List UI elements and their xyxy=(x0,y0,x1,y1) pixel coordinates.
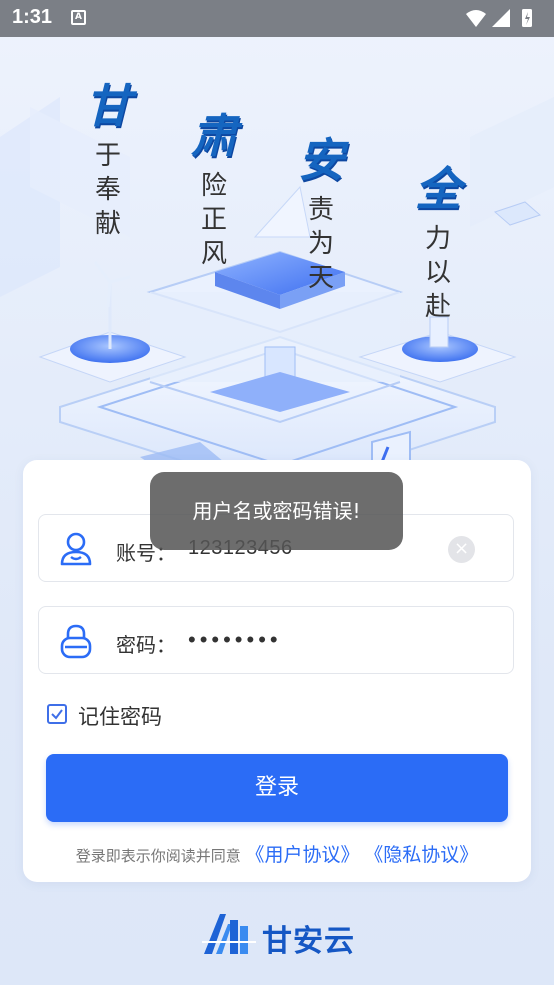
clear-account-button[interactable]: × xyxy=(448,536,475,563)
notification-icon: A xyxy=(71,10,86,25)
brand-logo xyxy=(202,914,256,954)
slogan-2-big: 肃 xyxy=(191,109,237,163)
privacy-agreement-link[interactable]: 《隐私协议》 xyxy=(364,844,478,866)
password-label: 密码： xyxy=(116,633,176,657)
slogan-2: 肃 险正风 xyxy=(186,111,242,271)
slogan-3: 安 责为天 xyxy=(293,135,349,295)
brand-name: 甘安云 xyxy=(262,924,355,959)
wifi-icon xyxy=(466,10,486,27)
signal-icon xyxy=(492,9,510,27)
check-icon xyxy=(51,709,63,720)
login-screen: 1:31 A 甘 于奉献 肃 险正风 安 责为天 全 力以赴 账号： × 密码：… xyxy=(0,0,554,985)
status-icons xyxy=(466,9,532,27)
slogan-2-small: 险正风 xyxy=(200,171,227,269)
slogan-1: 甘 于奉献 xyxy=(80,81,136,241)
remember-checkbox[interactable] xyxy=(47,704,67,724)
remember-label: 记住密码 xyxy=(78,705,162,729)
user-icon xyxy=(60,532,92,566)
password-field[interactable]: 密码： •••••••• xyxy=(38,606,514,674)
status-bar: 1:31 A xyxy=(0,0,554,37)
slogan-1-small: 于奉献 xyxy=(94,141,121,239)
slogan-4-big: 全 xyxy=(415,162,461,216)
status-time: 1:31 xyxy=(12,6,53,28)
user-agreement-link[interactable]: 《用户协议》 xyxy=(245,844,359,866)
password-input[interactable]: •••••••• xyxy=(188,627,282,653)
slogan-4: 全 力以赴 xyxy=(410,164,466,324)
lock-icon xyxy=(60,624,92,659)
slogan-3-big: 安 xyxy=(298,133,344,187)
brand: 甘安云 xyxy=(202,912,362,959)
hero-illustration: 甘 于奉献 肃 险正风 安 责为天 全 力以赴 xyxy=(0,37,554,494)
agreement-text: 登录即表示你阅读并同意 《用户协议》 《隐私协议》 xyxy=(23,840,531,867)
slogan-1-big: 甘 xyxy=(85,79,131,133)
error-toast: 用户名或密码错误! xyxy=(150,472,403,550)
agreement-prefix: 登录即表示你阅读并同意 xyxy=(75,847,241,865)
slogan-4-small: 力以赴 xyxy=(424,224,451,322)
close-icon: × xyxy=(453,538,470,559)
login-button[interactable]: 登录 xyxy=(46,754,508,822)
slogan-3-small: 责为天 xyxy=(307,195,334,293)
